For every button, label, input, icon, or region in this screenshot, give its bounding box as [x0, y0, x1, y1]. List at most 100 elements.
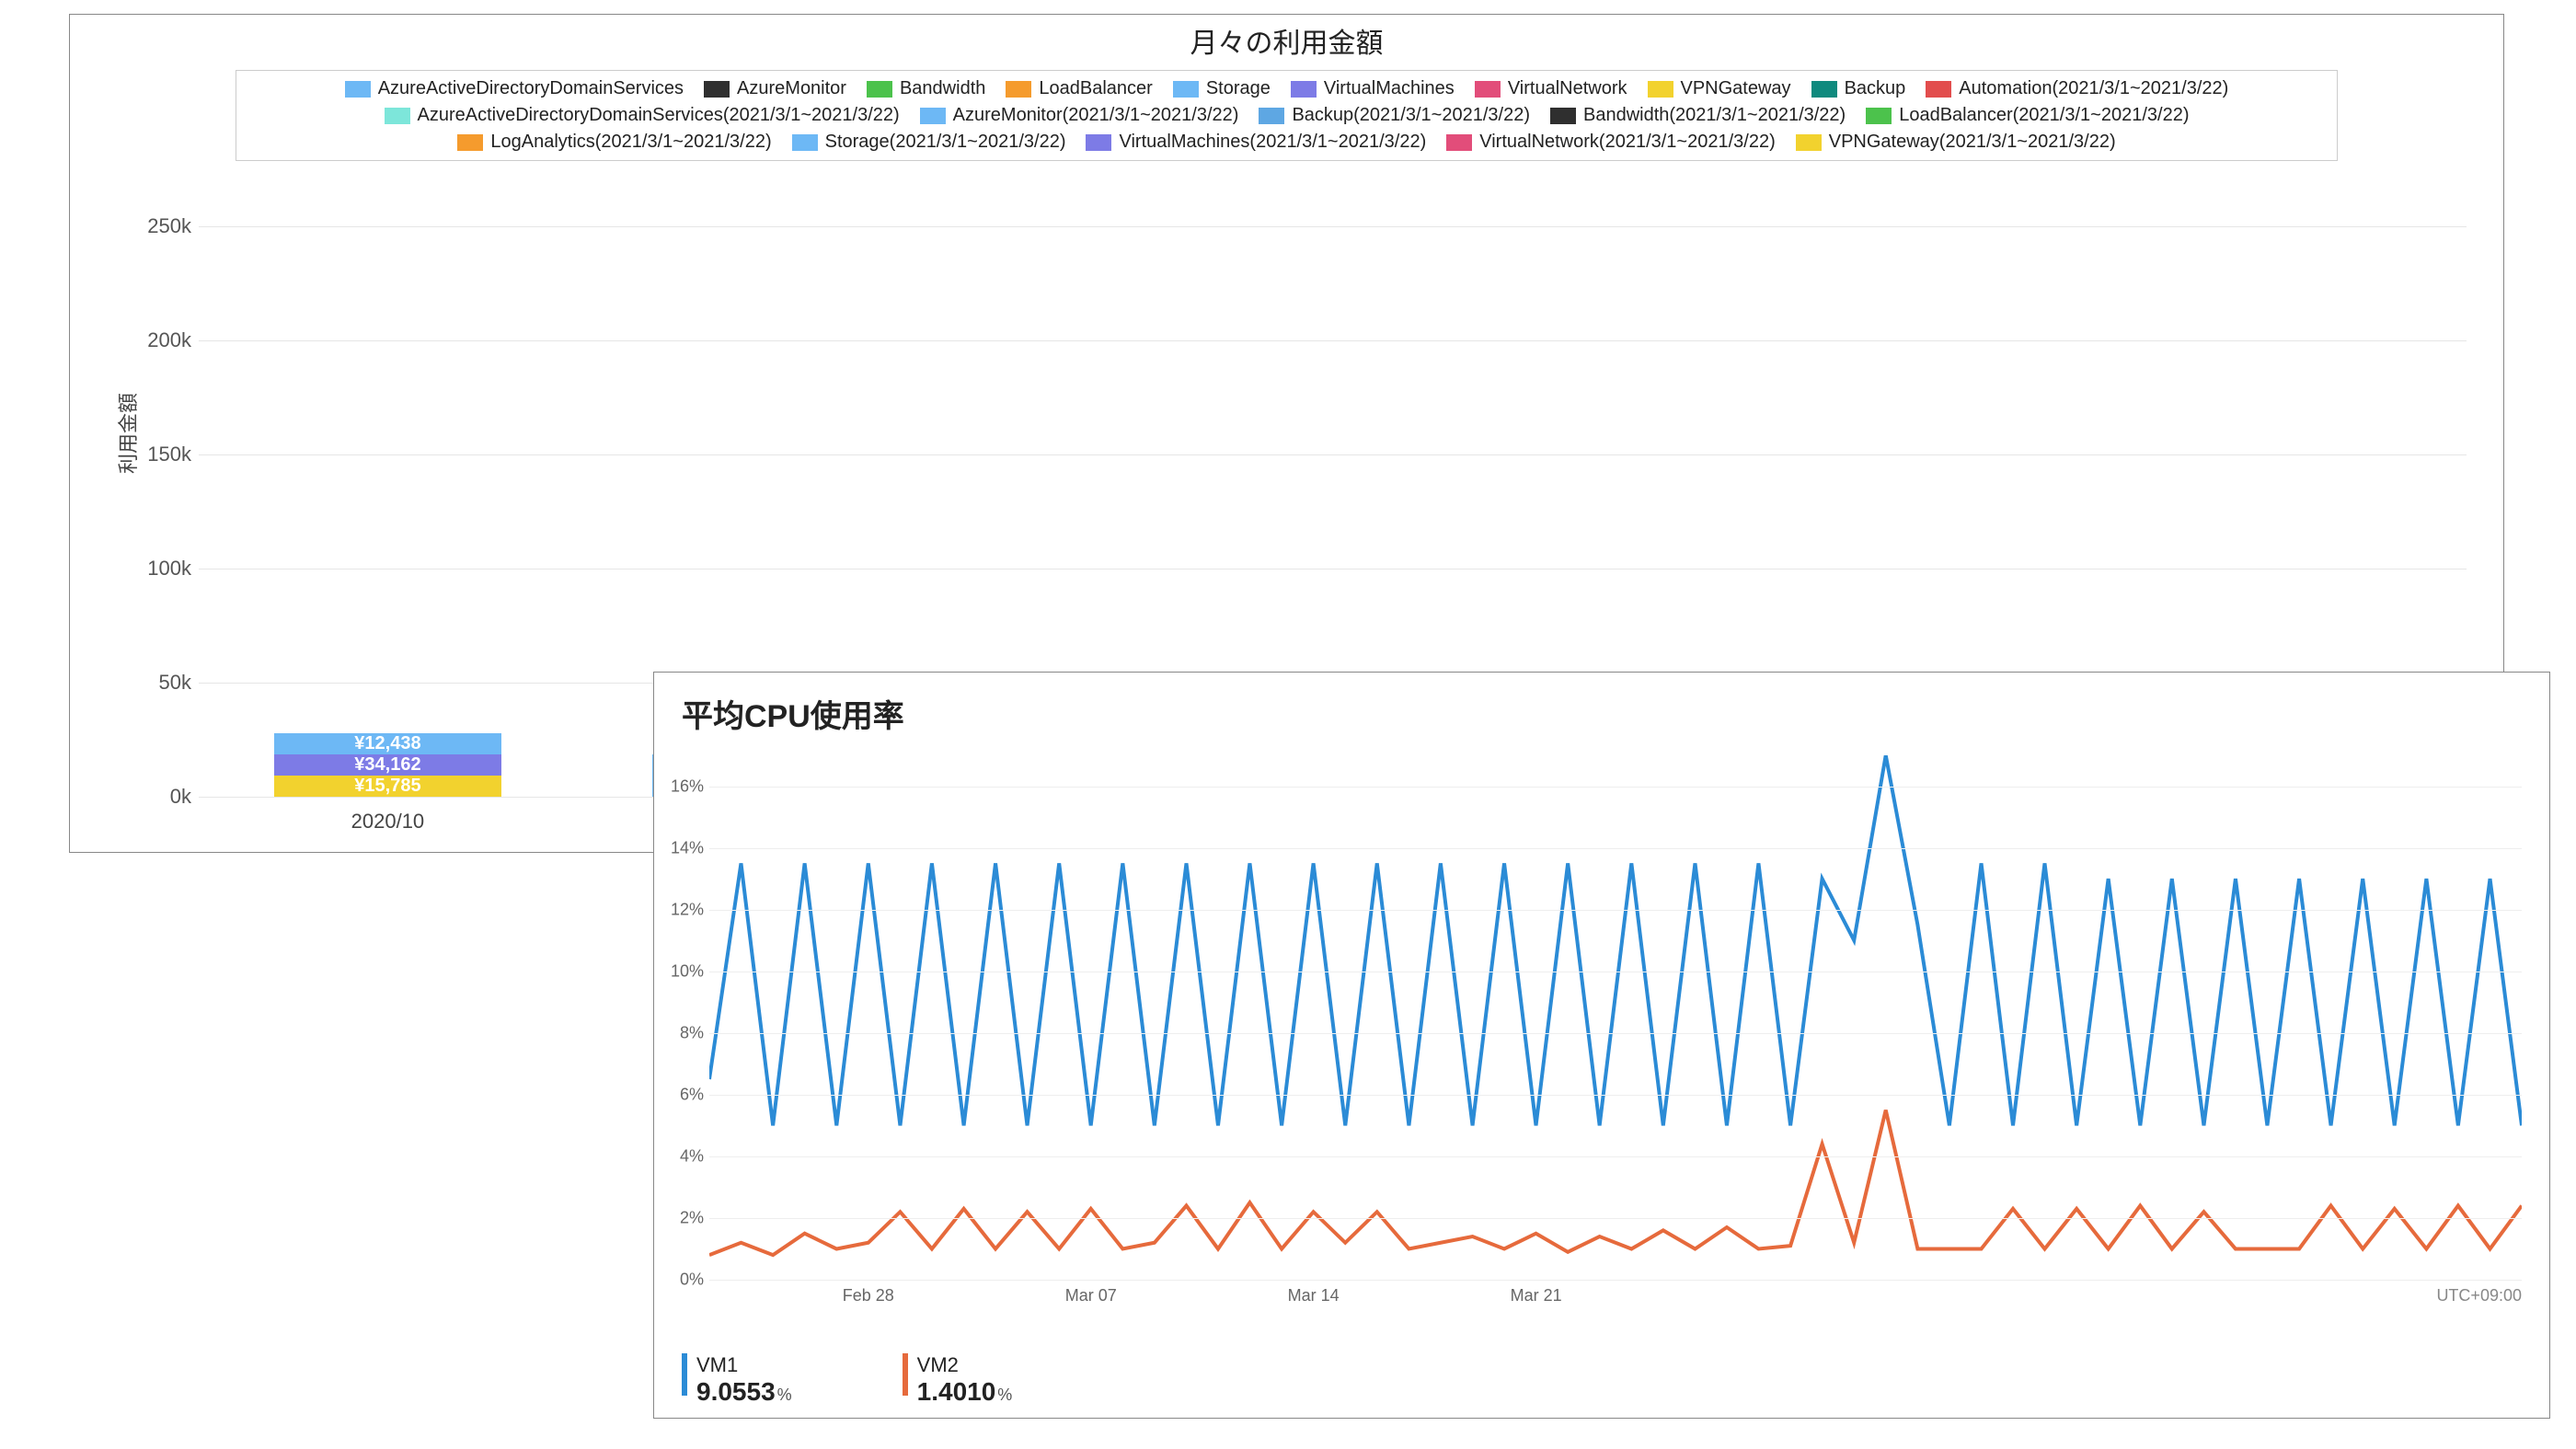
metric-unit: % [776, 1386, 792, 1404]
bar-chart-legend: AzureActiveDirectoryDomainServices AzureM… [236, 70, 2338, 161]
y-tick: 250k [147, 214, 199, 238]
legend-label: VPNGateway(2021/3/1~2021/3/22) [1829, 132, 2116, 153]
metric-color-bar [903, 1353, 908, 1396]
legend-swatch [1550, 108, 1576, 124]
legend-item[interactable]: VirtualMachines(2021/3/1~2021/3/22) [1086, 132, 1426, 153]
legend-swatch [345, 81, 371, 98]
legend-item[interactable]: AzureMonitor(2021/3/1~2021/3/22) [920, 105, 1239, 126]
legend-swatch [1796, 134, 1822, 151]
legend-label: LoadBalancer [1039, 78, 1152, 99]
legend-swatch [1259, 108, 1284, 124]
line-metric: VM21.4010% [903, 1353, 1013, 1407]
legend-label: Bandwidth [900, 78, 985, 99]
legend-swatch [792, 134, 818, 151]
legend-swatch [1648, 81, 1673, 98]
legend-swatch [385, 108, 410, 124]
y-tick: 16% [671, 776, 709, 796]
line-metric: VM19.0553% [682, 1353, 792, 1407]
legend-item[interactable]: Bandwidth [867, 78, 985, 99]
legend-item[interactable]: AzureActiveDirectoryDomainServices(2021/… [385, 105, 900, 126]
legend-swatch [1173, 81, 1199, 98]
legend-label: AzureActiveDirectoryDomainServices [378, 78, 684, 99]
legend-swatch [1866, 108, 1892, 124]
legend-swatch [867, 81, 892, 98]
x-tick: Feb 28 [843, 1286, 894, 1305]
line-series[interactable] [709, 1110, 2522, 1256]
legend-swatch [704, 81, 730, 98]
y-tick: 6% [680, 1085, 709, 1104]
x-tick: Mar 21 [1511, 1286, 1562, 1305]
y-tick: 10% [671, 961, 709, 981]
legend-item[interactable]: VPNGateway(2021/3/1~2021/3/22) [1796, 132, 2116, 153]
x-tick: Mar 14 [1288, 1286, 1340, 1305]
line-series[interactable] [709, 755, 2522, 1125]
y-tick: 100k [147, 557, 199, 581]
legend-label: AzureMonitor [737, 78, 846, 99]
legend-label: Storage(2021/3/1~2021/3/22) [825, 132, 1066, 153]
metric-value: 1.4010 [917, 1377, 996, 1406]
y-tick: 0% [680, 1271, 709, 1290]
legend-label: VPNGateway [1681, 78, 1791, 99]
legend-item[interactable]: VirtualNetwork [1475, 78, 1627, 99]
legend-swatch [920, 108, 946, 124]
legend-swatch [1086, 134, 1111, 151]
legend-item[interactable]: Storage(2021/3/1~2021/3/22) [792, 132, 1066, 153]
x-tick: 2020/10 [199, 810, 577, 834]
metric-name: VM1 [696, 1353, 792, 1377]
legend-item[interactable]: AzureActiveDirectoryDomainServices [345, 78, 684, 99]
legend-item[interactable]: Backup(2021/3/1~2021/3/22) [1259, 105, 1530, 126]
legend-item[interactable]: LoadBalancer [1006, 78, 1152, 99]
legend-item[interactable]: VirtualNetwork(2021/3/1~2021/3/22) [1446, 132, 1776, 153]
legend-label: Backup(2021/3/1~2021/3/22) [1292, 105, 1530, 126]
bar-segment: ¥34,162 [274, 754, 501, 776]
timezone-label: UTC+09:00 [2436, 1286, 2522, 1305]
legend-swatch [457, 134, 483, 151]
metric-value: 9.0553 [696, 1377, 776, 1406]
x-tick: Mar 07 [1065, 1286, 1117, 1305]
line-metrics: VM19.0553%VM21.4010% [682, 1353, 1012, 1407]
legend-swatch [1446, 134, 1472, 151]
legend-item[interactable]: LoadBalancer(2021/3/1~2021/3/22) [1866, 105, 2189, 126]
y-tick: 2% [680, 1208, 709, 1227]
legend-item[interactable]: Automation(2021/3/1~2021/3/22) [1926, 78, 2228, 99]
y-tick: 8% [680, 1023, 709, 1042]
legend-item[interactable]: Storage [1173, 78, 1271, 99]
bar-segment: ¥12,438 [274, 733, 501, 754]
legend-label: VirtualNetwork(2021/3/1~2021/3/22) [1479, 132, 1776, 153]
legend-label: AzureMonitor(2021/3/1~2021/3/22) [953, 105, 1239, 126]
legend-label: VirtualNetwork [1508, 78, 1627, 99]
bar-chart-title: 月々の利用金額 [70, 15, 2503, 66]
bar-column[interactable]: ¥12,438¥34,162¥15,7852020/10 [199, 226, 577, 797]
legend-label: VirtualMachines [1324, 78, 1455, 99]
legend-item[interactable]: LogAnalytics(2021/3/1~2021/3/22) [457, 132, 771, 153]
legend-swatch [1291, 81, 1317, 98]
legend-item[interactable]: Backup [1811, 78, 1906, 99]
legend-label: Storage [1206, 78, 1271, 99]
line-chart-plot: 0%2%4%6%8%10%12%14%16%Feb 28Mar 07Mar 14… [709, 755, 2522, 1280]
y-tick: 50k [159, 671, 199, 695]
legend-label: VirtualMachines(2021/3/1~2021/3/22) [1119, 132, 1426, 153]
cpu-usage-panel: 平均CPU使用率 0%2%4%6%8%10%12%14%16%Feb 28Mar… [653, 672, 2550, 1419]
legend-item[interactable]: VirtualMachines [1291, 78, 1455, 99]
legend-label: AzureActiveDirectoryDomainServices(2021/… [418, 105, 900, 126]
legend-item[interactable]: Bandwidth(2021/3/1~2021/3/22) [1550, 105, 1846, 126]
y-tick: 200k [147, 328, 199, 352]
metric-name: VM2 [917, 1353, 1013, 1377]
legend-item[interactable]: AzureMonitor [704, 78, 846, 99]
y-tick: 14% [671, 838, 709, 857]
metric-color-bar [682, 1353, 687, 1396]
legend-swatch [1926, 81, 1951, 98]
y-tick: 12% [671, 900, 709, 919]
legend-swatch [1475, 81, 1501, 98]
legend-label: Backup [1845, 78, 1906, 99]
y-tick: 150k [147, 443, 199, 466]
legend-label: LoadBalancer(2021/3/1~2021/3/22) [1899, 105, 2189, 126]
bar-chart-ylabel: 利用金額 [112, 393, 142, 474]
line-chart-title: 平均CPU使用率 [654, 673, 2549, 736]
legend-item[interactable]: VPNGateway [1648, 78, 1791, 99]
legend-label: Bandwidth(2021/3/1~2021/3/22) [1583, 105, 1846, 126]
bar-segment: ¥15,785 [274, 776, 501, 797]
metric-unit: % [995, 1386, 1012, 1404]
legend-swatch [1006, 81, 1031, 98]
legend-label: LogAnalytics(2021/3/1~2021/3/22) [490, 132, 771, 153]
